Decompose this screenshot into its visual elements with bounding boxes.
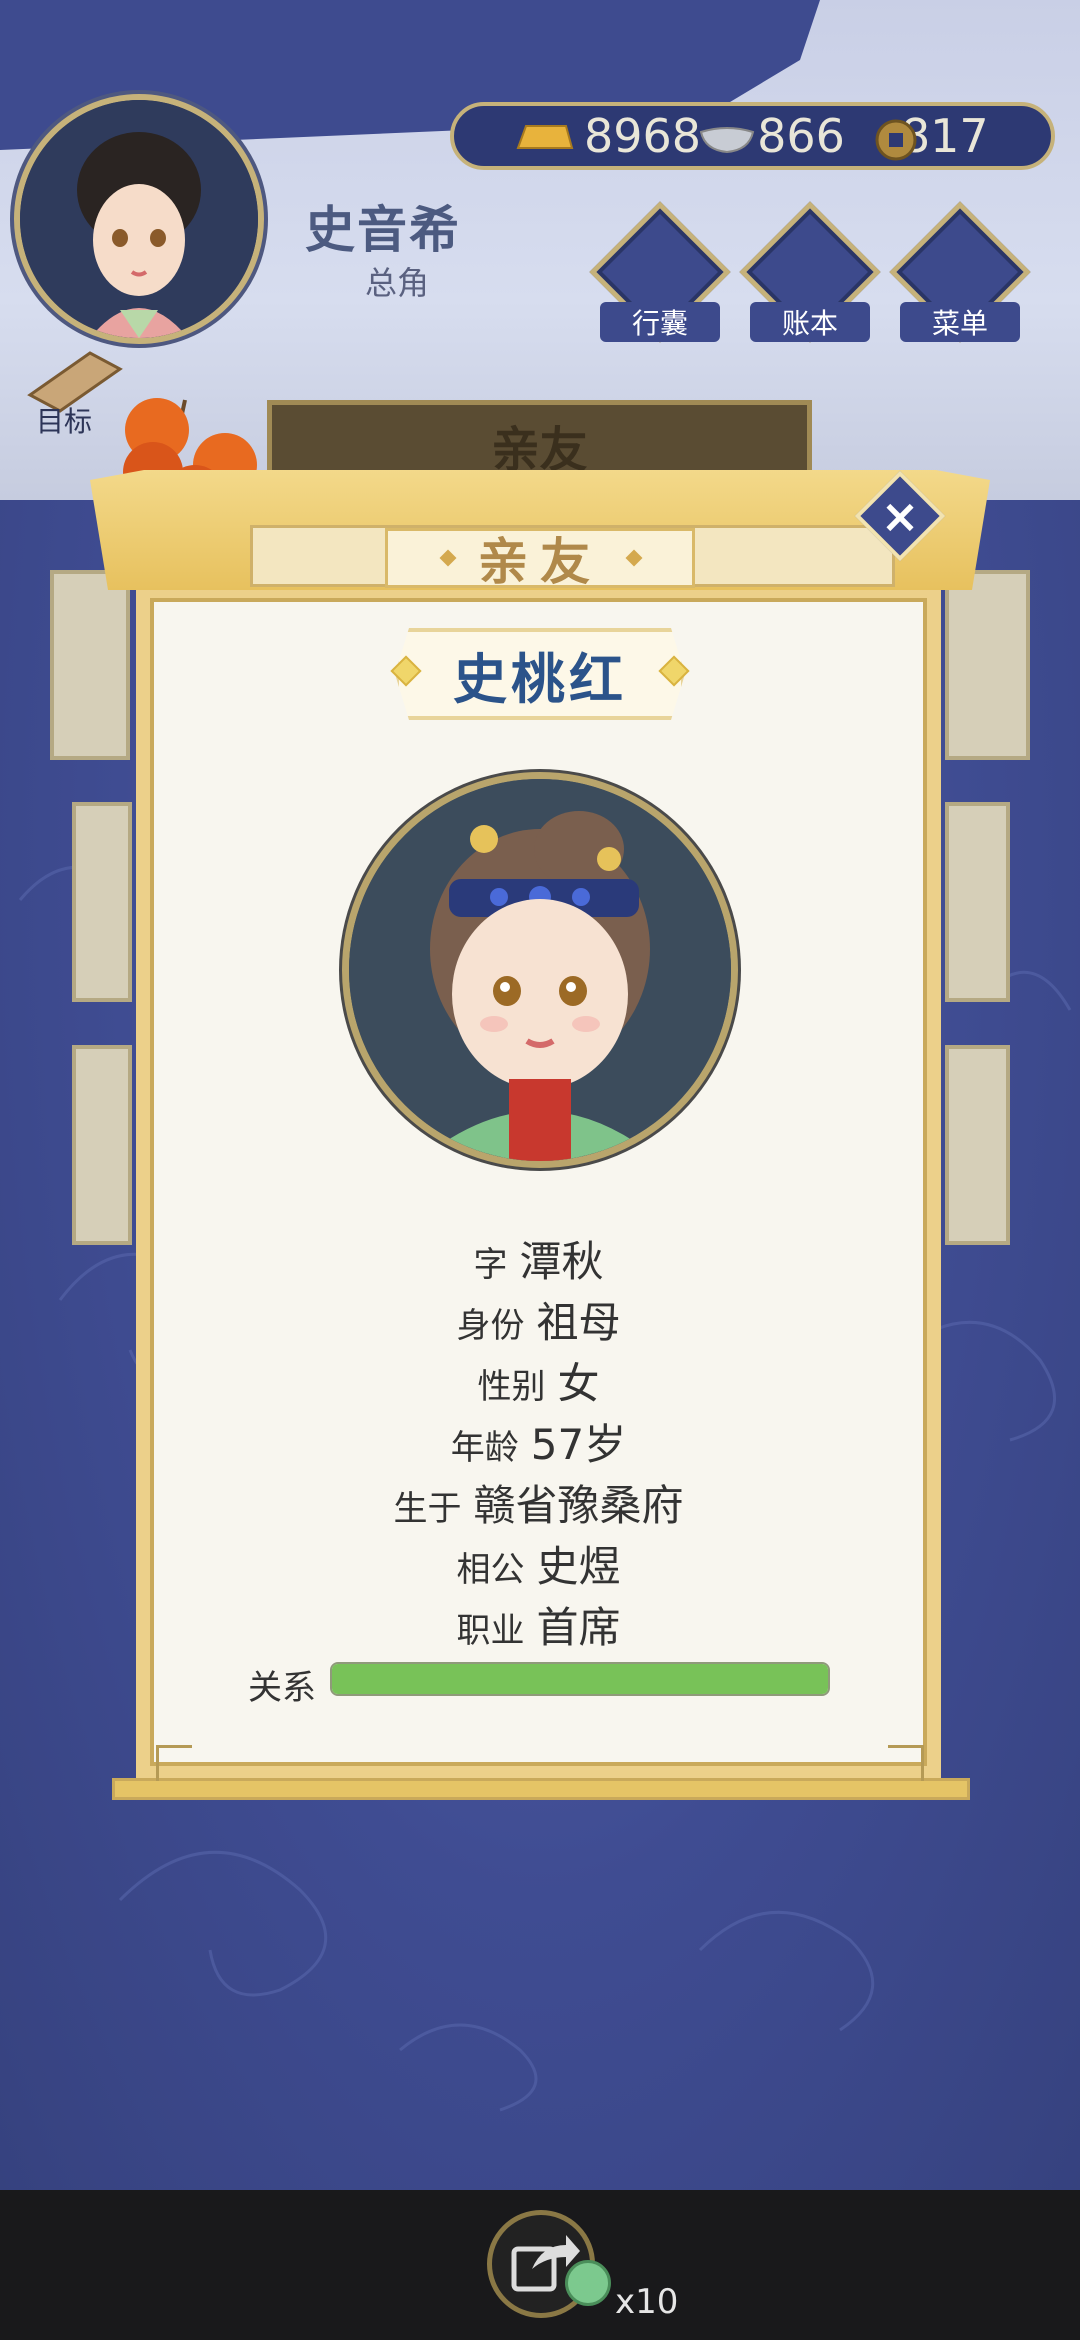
background-card [945,802,1010,1002]
player-avatar[interactable] [14,94,264,344]
info-value: 女 [557,1359,600,1408]
character-portrait [342,772,738,1168]
info-value: 57岁 [530,1420,627,1469]
character-portrait-image [349,779,731,1161]
currency-bar: 8968 866 817 [450,102,1055,170]
player-name: 史音希 [305,201,461,259]
bag-label: 行囊 [600,302,720,342]
name-banner: 史桃红 [395,628,685,720]
dialog-title-plate: 亲友 [385,528,695,591]
info-label: 字 [473,1245,508,1285]
info-row-age: 年龄 57岁 [136,1411,941,1472]
info-row-identity: 身份 祖母 [136,1289,941,1350]
dialog-title: 亲友 [478,533,602,591]
ledger-button[interactable]: 账本 [739,201,881,343]
info-value: 潭秋 [519,1237,604,1286]
bag-button[interactable]: 行囊 [589,201,731,343]
menu-button[interactable]: 菜单 [889,201,1031,343]
player-portrait-image [20,100,258,338]
info-label: 相公 [456,1550,525,1590]
dialog-bottom-rod [112,1778,970,1800]
info-value: 祖母 [536,1298,621,1347]
info-value: 首席 [536,1603,621,1652]
gold-ingot-icon [516,125,574,149]
info-row-birthplace: 生于 赣省豫桑府 [136,1472,941,1533]
info-value: 赣省豫桑府 [473,1481,684,1530]
info-label: 身份 [456,1306,525,1346]
info-value: 史煜 [536,1542,621,1591]
background-tab-title: 亲友 [491,422,588,478]
character-name: 史桃红 [453,647,627,711]
relation-label: 关系 [248,1668,316,1708]
background-card [72,1045,132,1245]
silver-amount: 866 [757,109,845,163]
player-role: 总角 [365,264,430,302]
info-row-occupation: 职业 首席 [136,1594,941,1655]
info-label: 性别 [477,1367,546,1407]
goal-label: 目标 [36,405,93,438]
background-card [945,570,1030,760]
close-icon: × [880,489,920,543]
background-card [50,570,130,760]
info-label: 年龄 [450,1428,519,1468]
info-row-courtesy-name: 字潭秋 [136,1228,941,1289]
info-label: 职业 [456,1611,525,1651]
corner-ornament [888,1745,924,1781]
relation-bar-fill [332,1664,828,1694]
gold-amount: 8968 [584,109,702,163]
info-label: 生于 [393,1489,462,1529]
info-row-gender: 性别女 [136,1350,941,1411]
copper-coin-icon [875,119,917,161]
relation-bar [330,1662,830,1696]
ledger-label: 账本 [750,302,870,342]
jade-coin-icon [565,2260,611,2306]
corner-ornament [156,1745,192,1781]
silver-ingot-icon [699,127,755,154]
background-card [72,802,132,1002]
background-card [945,1045,1010,1245]
info-row-husband: 相公 史煜 [136,1533,941,1594]
share-count: x10 [615,2282,679,2322]
menu-label: 菜单 [900,302,1020,342]
